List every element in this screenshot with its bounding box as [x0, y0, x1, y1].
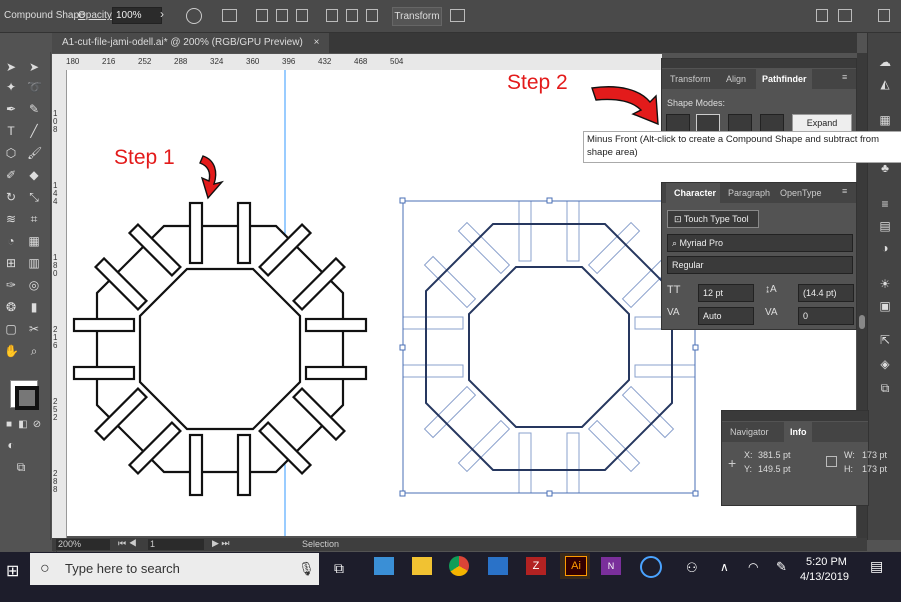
previous-page-icon[interactable]: ⏮ ◀ [118, 538, 137, 549]
people-icon[interactable]: ⚇ [686, 560, 698, 576]
filezilla-icon[interactable]: Z [526, 557, 546, 575]
kerning-icon: VA [667, 307, 680, 318]
shape-modes-label: Shape Modes: [667, 98, 726, 108]
leading-icon: ↨A [765, 284, 777, 295]
exclude-icon[interactable] [760, 114, 784, 132]
tab-navigator[interactable]: Navigator [730, 427, 769, 437]
pathfinder-tabs: Transform Align Pathfinder ≡ [662, 69, 856, 89]
export-icon[interactable]: ⇱ [878, 333, 892, 347]
step2-label: Step 2 [507, 71, 568, 94]
swatches-icon[interactable]: ▦ [878, 113, 892, 127]
panel-grip[interactable] [722, 411, 868, 421]
chrome-icon[interactable] [449, 556, 469, 576]
info-y-label: Y: [744, 464, 753, 474]
transparency-icon[interactable]: ◑ [878, 241, 892, 255]
store-app-icon[interactable] [488, 557, 508, 575]
info-h-value: 173 pt [862, 464, 888, 474]
sync-app-icon[interactable] [640, 556, 662, 578]
unite-icon[interactable] [666, 114, 690, 132]
character-panel: Character Paragraph OpenType ≡ ⊡ Touch T… [661, 182, 857, 330]
info-y-value: 149.5 pt [758, 464, 791, 474]
minus-front-icon[interactable] [696, 114, 720, 132]
font-family-value: Myriad Pro [679, 238, 724, 248]
tab-opentype[interactable]: OpenType [780, 188, 822, 198]
cortana-icon: ○ [40, 560, 50, 577]
tab-pathfinder[interactable]: Pathfinder [762, 74, 807, 84]
taskbar-search-box[interactable]: ○ Type here to search 🎙 [30, 553, 319, 585]
illustrator-icon: Ai [565, 556, 587, 576]
current-tool-status: Selection [302, 539, 340, 549]
page-value: 1 [150, 539, 156, 549]
tab-transform[interactable]: Transform [670, 74, 711, 84]
step1-arrow-icon [199, 155, 224, 200]
artboards-icon[interactable]: ⧉ [878, 381, 892, 395]
tracking-icon: VA [765, 307, 778, 318]
info-x-label: X: [744, 450, 753, 460]
search-placeholder: Type here to search [65, 561, 180, 576]
info-panel: Navigator Info + X: 381.5 pt Y: 149.5 pt… [721, 410, 887, 506]
symbols-icon[interactable]: ♣ [878, 161, 892, 175]
color-guide-icon[interactable]: ◭ [878, 77, 892, 91]
info-h-label: H: [844, 464, 853, 474]
scrollbar-thumb[interactable] [859, 315, 865, 329]
next-page-icon[interactable]: ▶ ⏭ [212, 538, 230, 549]
onenote-icon[interactable]: N [601, 557, 621, 575]
font-style-select[interactable]: Regular [667, 256, 853, 274]
graphic-styles-icon[interactable]: ▣ [878, 299, 892, 313]
info-tabs: Navigator Info [722, 422, 868, 442]
step2-arrow-icon [591, 86, 659, 126]
expand-button[interactable]: Expand [792, 114, 852, 132]
layers-icon[interactable]: ◈ [878, 357, 892, 371]
step1-label: Step 1 [114, 146, 175, 169]
libraries-icon[interactable]: ☁ [878, 55, 892, 69]
info-w-label: W: [844, 450, 855, 460]
clock-date[interactable]: 4/13/2019 [800, 571, 849, 583]
page-field[interactable]: 1 [148, 539, 204, 550]
microphone-icon[interactable]: 🎙 [298, 553, 315, 585]
font-size-icon: TT [667, 284, 681, 296]
touch-type-icon: ⊡ [674, 214, 682, 224]
tab-paragraph[interactable]: Paragraph [728, 188, 770, 198]
file-explorer-icon[interactable] [412, 557, 432, 575]
panel-grip[interactable] [662, 59, 856, 68]
touch-type-label: Touch Type Tool [683, 214, 749, 224]
gear-shape-left[interactable] [14, 143, 427, 556]
task-view-icon[interactable]: ⧉ [334, 560, 344, 577]
illustrator-taskbar-active[interactable]: Ai [560, 553, 590, 579]
windows-start-icon[interactable]: ⊞ [6, 561, 19, 581]
tab-character[interactable]: Character [674, 188, 716, 198]
photos-app-icon[interactable] [374, 557, 394, 575]
pathfinder-panel: Transform Align Pathfinder ≡ Shape Modes… [661, 58, 857, 132]
gradient-panel-icon[interactable]: ▤ [878, 219, 892, 233]
crosshair-icon: + [728, 455, 737, 471]
leading-field[interactable]: (14.4 pt) [798, 284, 854, 302]
tab-info[interactable]: Info [790, 427, 807, 437]
search-icon: ⌕ [672, 238, 680, 248]
zoom-field[interactable]: 200% [56, 539, 110, 550]
font-size-field[interactable]: 12 pt [698, 284, 754, 302]
clock-time[interactable]: 5:20 PM [806, 556, 847, 568]
dimensions-icon [826, 456, 837, 467]
touch-type-button[interactable]: ⊡ Touch Type Tool [667, 210, 759, 228]
status-bar: 200% ⏮ ◀ 1 ▶ ⏭ Selection [52, 538, 867, 551]
zoom-value: 200% [58, 539, 82, 549]
appearance-icon[interactable]: ☀ [878, 277, 892, 291]
tracking-field[interactable]: 0 [798, 307, 854, 325]
panel-menu-icon[interactable]: ≡ [842, 186, 847, 196]
notifications-icon[interactable]: ▤ [870, 558, 883, 575]
stroke-panel-icon[interactable]: ≡ [878, 197, 892, 211]
tab-align[interactable]: Align [726, 74, 746, 84]
chevron-up-icon[interactable]: ∧ [720, 560, 729, 574]
wifi-icon[interactable]: ◠ [748, 560, 758, 574]
font-family-select[interactable]: ⌕ Myriad Pro [667, 234, 853, 252]
intersect-icon[interactable] [728, 114, 752, 132]
character-tabs: Character Paragraph OpenType ≡ [662, 183, 856, 203]
info-x-value: 381.5 pt [758, 450, 791, 460]
volume-icon[interactable]: ✎ [776, 559, 787, 575]
minus-front-tooltip: Minus Front (Alt-click to create a Compo… [583, 131, 901, 163]
info-w-value: 173 pt [862, 450, 888, 460]
panel-menu-icon[interactable]: ≡ [842, 72, 847, 82]
kerning-field[interactable]: Auto [698, 307, 754, 325]
